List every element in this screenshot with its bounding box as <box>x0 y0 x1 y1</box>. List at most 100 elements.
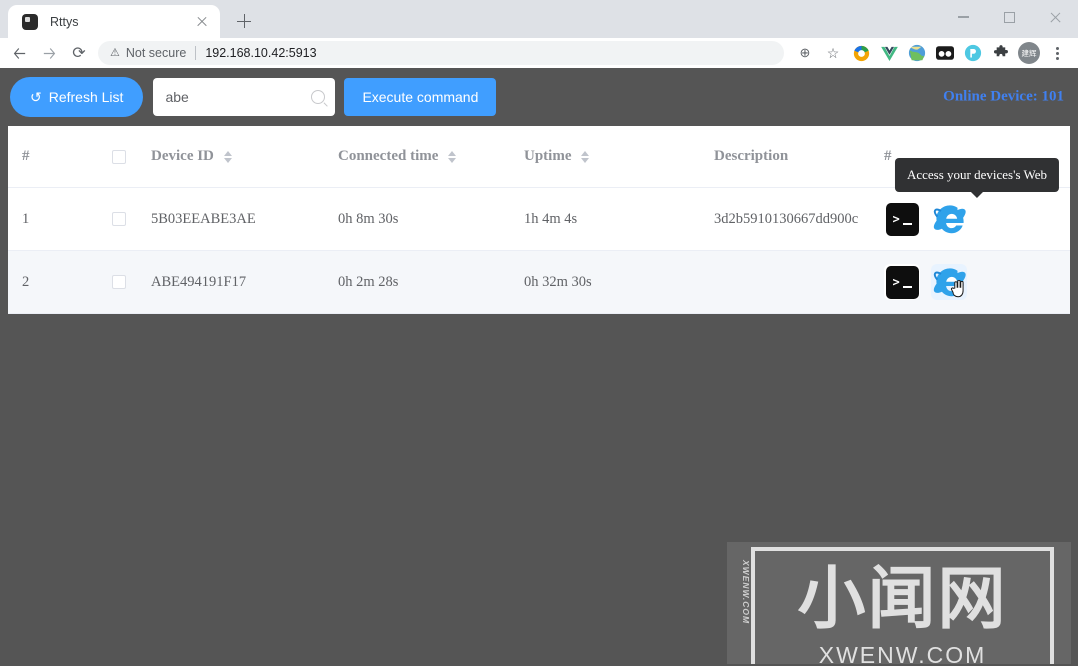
browser-toolbar: ⟳ ⚠ Not secure 192.168.10.42:5913 ⊕ ☆ 建辉 <box>0 38 1078 68</box>
search-box[interactable] <box>153 78 336 116</box>
table-row[interactable]: 1 5B03EEABE3AE 0h 8m 30s 1h 4m 4s 3d2b59… <box>8 158 1070 251</box>
app-toolbar: ↻ Refresh List Execute command Online De… <box>0 68 1078 126</box>
terminal-icon: > <box>885 265 919 299</box>
sort-arrows-icon[interactable] <box>448 150 457 163</box>
sort-arrows-icon[interactable] <box>223 150 232 163</box>
column-header-connected-time-label: Connected time <box>338 148 439 164</box>
browser-chrome: Rttys ⟳ ⚠ Not secure 192.168.10.42:5913 … <box>0 0 1078 68</box>
tab-close-icon[interactable] <box>194 14 210 30</box>
vue-logo-icon <box>880 46 898 61</box>
column-header-select[interactable] <box>112 149 151 164</box>
internet-explorer-icon <box>933 205 966 234</box>
pocket-icon <box>964 44 982 62</box>
maximize-icon <box>1003 11 1015 23</box>
avatar: 建辉 <box>1018 42 1040 64</box>
row-connected-time: 0h 8m 30s <box>338 210 399 227</box>
row-index: 2 <box>22 273 30 290</box>
row-device-id: 5B03EEABE3AE <box>151 210 256 227</box>
reload-icon: ⟳ <box>72 45 86 62</box>
dark-reader-icon <box>936 46 954 60</box>
row-select-cell[interactable] <box>112 212 151 226</box>
open-terminal-button[interactable]: > <box>884 201 920 237</box>
extension-vue-devtools-icon[interactable] <box>876 40 902 66</box>
window-maximize-button[interactable] <box>986 0 1032 34</box>
online-device-count: Online Device: 101 <box>943 88 1064 105</box>
profile-avatar[interactable]: 建辉 <box>1016 40 1042 66</box>
zoom-icon[interactable]: ⊕ <box>792 40 818 66</box>
extension-dark-reader-icon[interactable] <box>932 40 958 66</box>
refresh-icon: ↻ <box>30 88 42 105</box>
extension-globe-icon[interactable] <box>904 40 930 66</box>
open-terminal-button[interactable]: > <box>884 264 920 300</box>
tab-title: Rttys <box>50 14 79 29</box>
row-connected-time: 0h 2m 28s <box>338 273 399 290</box>
column-header-uptime[interactable]: Uptime <box>524 148 714 165</box>
extension-pocket-icon[interactable] <box>960 40 986 66</box>
column-header-connected-time[interactable]: Connected time <box>338 148 524 165</box>
back-button[interactable] <box>4 38 34 68</box>
column-header-device-id[interactable]: Device ID <box>151 148 338 165</box>
bookmark-star-icon[interactable]: ☆ <box>820 40 846 66</box>
column-header-index: # <box>22 148 30 164</box>
row-actions-cell: > <box>884 264 1070 300</box>
table-row[interactable]: 2 ABE494191F17 0h 2m 28s 0h 32m 30s > <box>8 251 1070 314</box>
window-controls <box>940 0 1078 34</box>
watermark-box: 小闻网 XWENW.COM <box>751 547 1054 664</box>
open-web-button[interactable] <box>931 264 967 300</box>
sort-arrows-icon[interactable] <box>581 150 590 163</box>
row-action-buttons: > Access your devices's Web <box>884 158 1070 237</box>
page-body: ↻ Refresh List Execute command Online De… <box>0 68 1078 664</box>
open-web-button[interactable] <box>931 201 967 237</box>
tab-favicon-icon <box>22 13 38 30</box>
not-secure-warning-icon: ⚠ <box>110 46 120 59</box>
globe-icon <box>908 44 926 62</box>
browser-menu-button[interactable] <box>1044 40 1070 66</box>
select-all-checkbox[interactable] <box>112 149 126 164</box>
column-header-device-id-label: Device ID <box>151 148 214 164</box>
row-device-id: ABE494191F17 <box>151 273 247 290</box>
omnibox-divider <box>195 46 197 60</box>
toolbar-icon-group: ⊕ ☆ 建辉 <box>790 40 1070 66</box>
tab-strip: Rttys <box>0 0 1078 38</box>
forward-button[interactable] <box>34 38 64 68</box>
refresh-list-button[interactable]: ↻ Refresh List <box>10 77 144 117</box>
web-action-tooltip: Access your devices's Web <box>894 158 1060 198</box>
watermark-side-text: XWENW.COM <box>741 560 751 625</box>
zoom-glyph: ⊕ <box>799 45 811 60</box>
puzzle-piece-icon <box>993 45 1008 57</box>
watermark-chinese-text: 小闻网 <box>797 560 1008 639</box>
address-bar[interactable]: ⚠ Not secure 192.168.10.42:5913 <box>98 41 784 65</box>
star-glyph: ☆ <box>826 44 840 61</box>
kebab-menu-icon <box>1050 45 1064 61</box>
row-uptime: 0h 32m 30s <box>524 273 592 290</box>
colored-ring-icon <box>853 45 869 61</box>
minimize-icon <box>957 16 969 18</box>
row-checkbox[interactable] <box>112 212 126 226</box>
row-uptime: 1h 4m 4s <box>524 210 578 227</box>
device-table: # Device ID Connected time Uptime Descri… <box>8 126 1070 314</box>
row-description: 3d2b5910130667dd900c <box>714 210 859 227</box>
close-icon <box>1049 11 1062 24</box>
back-arrow-icon <box>13 47 25 59</box>
extensions-puzzle-icon[interactable] <box>988 40 1014 66</box>
browser-tab[interactable]: Rttys <box>8 5 220 38</box>
address-bar-url: 192.168.10.42:5913 <box>205 46 317 60</box>
reload-button[interactable]: ⟳ <box>64 38 94 68</box>
forward-arrow-icon <box>43 47 55 59</box>
row-action-buttons: > <box>884 264 1070 300</box>
row-checkbox[interactable] <box>112 275 126 289</box>
window-close-button[interactable] <box>1032 0 1078 34</box>
column-header-uptime-label: Uptime <box>524 148 572 164</box>
row-index: 1 <box>22 210 30 227</box>
column-header-description: Description <box>714 148 789 164</box>
terminal-icon: > <box>885 202 919 236</box>
row-actions-cell: > Access your devices's Web <box>884 158 1070 237</box>
row-select-cell[interactable] <box>112 275 151 289</box>
extension-chrome-colored-icon[interactable] <box>848 40 874 66</box>
security-status-label: Not secure <box>125 46 187 60</box>
search-input[interactable] <box>165 89 312 105</box>
site-watermark: XWENW.COM 小闻网 XWENW.COM XWENW.COM 小闻网（WW… <box>727 542 1071 664</box>
window-minimize-button[interactable] <box>940 0 986 34</box>
execute-command-button[interactable]: Execute command <box>344 78 497 116</box>
new-tab-button[interactable] <box>230 7 258 35</box>
